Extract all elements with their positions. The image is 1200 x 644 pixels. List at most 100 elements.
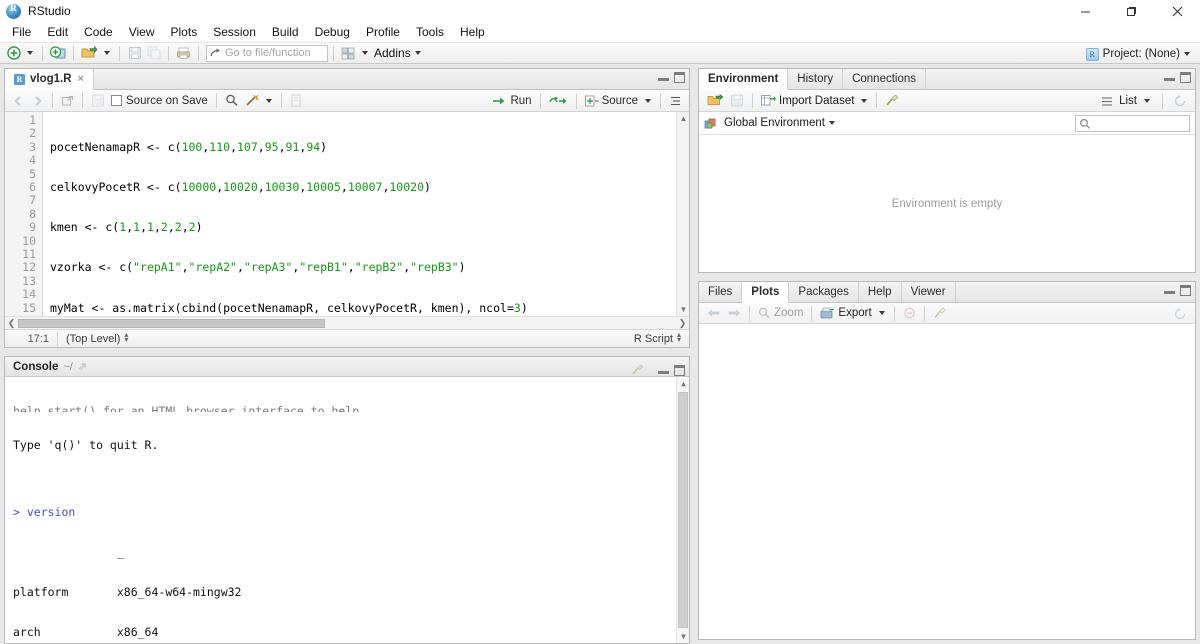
search-icon[interactable] <box>222 91 242 111</box>
print-icon[interactable] <box>174 44 193 63</box>
addins-dropdown-caret[interactable] <box>414 51 421 55</box>
new-file-dropdown-caret[interactable] <box>27 51 33 55</box>
menu-item-file[interactable]: File <box>4 22 39 42</box>
export-dropdown-caret[interactable] <box>878 311 885 315</box>
minimize-pane-icon[interactable] <box>1164 72 1175 83</box>
open-file-dropdown-caret[interactable] <box>104 51 110 55</box>
maximize-pane-icon[interactable] <box>674 364 685 376</box>
panes-dropdown-caret[interactable] <box>362 51 368 55</box>
code-text-area[interactable]: pocetNenamapR <- c(100,110,107,95,91,94)… <box>43 112 689 316</box>
show-in-new-window-icon[interactable] <box>58 91 77 111</box>
tab-connections[interactable]: Connections <box>843 69 927 89</box>
console-scroll-thumb[interactable] <box>678 392 688 628</box>
save-icon[interactable] <box>125 44 144 63</box>
menu-item-tools[interactable]: Tools <box>408 22 452 42</box>
tab-help[interactable]: Help <box>859 282 902 302</box>
view-mode-label[interactable]: List <box>1119 95 1137 107</box>
open-file-icon[interactable] <box>79 44 100 63</box>
minimize-pane-icon[interactable] <box>658 365 669 376</box>
menu-item-profile[interactable]: Profile <box>358 22 408 42</box>
menu-item-plots[interactable]: Plots <box>163 22 206 42</box>
magic-wand-icon[interactable] <box>242 91 262 111</box>
source-dropdown-caret[interactable] <box>645 99 651 103</box>
tab-viewer[interactable]: Viewer <box>902 282 956 302</box>
global-environment-label[interactable]: Global Environment <box>724 117 825 129</box>
menu-item-debug[interactable]: Debug <box>307 22 358 42</box>
tab-environment[interactable]: Environment <box>699 69 789 90</box>
file-type-selector[interactable]: R Script <box>634 330 683 345</box>
panes-icon[interactable] <box>339 44 358 63</box>
refresh-icon[interactable] <box>1171 91 1190 111</box>
tab-history[interactable]: History <box>788 69 844 89</box>
scroll-up-arrow-icon[interactable]: ▲ <box>677 377 689 390</box>
compile-report-icon[interactable] <box>287 91 305 111</box>
new-project-icon[interactable] <box>48 44 68 63</box>
scroll-left-arrow-icon[interactable]: ❮ <box>5 318 18 329</box>
code-tools-dropdown-caret[interactable] <box>265 98 272 103</box>
save-all-icon[interactable] <box>144 44 163 63</box>
import-dataset-button[interactable]: Import Dataset <box>758 91 857 111</box>
save-icon[interactable] <box>88 91 108 111</box>
scroll-down-arrow-icon[interactable]: ▼ <box>677 303 689 316</box>
new-file-icon[interactable] <box>4 44 23 63</box>
tab-packages[interactable]: Packages <box>789 282 859 302</box>
remove-plot-icon[interactable] <box>900 303 919 323</box>
editor-horizontal-scrollbar[interactable]: ❮ ❯ <box>5 316 689 329</box>
goto-file-function-input[interactable]: Go to file/function <box>206 44 328 62</box>
file-type-updown-icon[interactable] <box>677 330 683 344</box>
minimize-pane-icon[interactable] <box>1164 285 1175 296</box>
scroll-up-arrow-icon[interactable]: ▲ <box>677 112 689 125</box>
menu-item-edit[interactable]: Edit <box>39 22 76 42</box>
back-arrow-icon[interactable] <box>9 91 28 111</box>
rerun-icon[interactable] <box>546 91 571 111</box>
scope-selector[interactable]: (Top Level) <box>58 330 130 345</box>
scroll-right-arrow-icon[interactable]: ❯ <box>676 318 689 329</box>
tab-plots[interactable]: Plots <box>742 282 790 303</box>
source-editor-body[interactable]: 1 2 3 4 5 6 7 8 9 10 11 12 13 14 15 16 1 <box>5 112 689 316</box>
source-on-save-checkbox[interactable]: Source on Save <box>108 91 211 111</box>
console-open-dir-icon[interactable]: ⇗ <box>78 360 87 373</box>
console-vertical-scrollbar[interactable]: ▲ ▼ <box>676 377 689 643</box>
maximize-pane-icon[interactable] <box>1180 285 1191 296</box>
maximize-pane-icon[interactable] <box>1180 72 1191 83</box>
menu-item-code[interactable]: Code <box>76 22 121 42</box>
minimize-icon[interactable] <box>1062 0 1108 22</box>
editor-vertical-scrollbar[interactable]: ▲ ▼ <box>676 112 689 316</box>
source-tab-vlog1[interactable]: vlog1.R × <box>5 69 94 90</box>
export-button[interactable]: Export <box>817 303 874 323</box>
run-button[interactable]: Run <box>489 91 534 111</box>
tab-files[interactable]: Files <box>699 282 743 302</box>
hscroll-thumb[interactable] <box>18 318 325 328</box>
console-working-dir[interactable]: ~/ <box>63 361 72 373</box>
project-dropdown-caret[interactable] <box>1184 52 1190 56</box>
open-folder-icon[interactable] <box>704 91 727 111</box>
hscroll-track[interactable] <box>18 317 676 329</box>
menu-item-session[interactable]: Session <box>205 22 264 42</box>
plots-display-area[interactable] <box>699 324 1195 639</box>
view-mode-icon[interactable] <box>1098 91 1116 111</box>
document-outline-icon[interactable] <box>666 91 685 111</box>
back-arrow-icon[interactable] <box>704 303 724 323</box>
view-mode-caret[interactable] <box>1144 99 1150 103</box>
import-dataset-caret[interactable] <box>861 98 868 103</box>
close-tab-icon[interactable]: × <box>78 73 84 85</box>
environment-search-input[interactable] <box>1075 115 1190 132</box>
maximize-icon[interactable] <box>1108 0 1154 22</box>
zoom-plot-button[interactable]: Zoom <box>755 303 806 323</box>
scroll-down-arrow-icon[interactable]: ▼ <box>677 630 689 643</box>
console-output[interactable]: help.start() for an HTML browser interfa… <box>5 377 689 643</box>
close-icon[interactable] <box>1154 0 1200 22</box>
forward-arrow-icon[interactable] <box>724 303 744 323</box>
project-indicator[interactable]: Project: (None) <box>1085 43 1194 65</box>
menu-item-help[interactable]: Help <box>452 22 493 42</box>
broom-icon[interactable] <box>930 303 950 323</box>
broom-icon[interactable] <box>882 91 902 111</box>
save-icon[interactable] <box>727 91 747 111</box>
addins-button[interactable]: Addins <box>374 46 411 60</box>
refresh-icon[interactable] <box>1171 304 1190 324</box>
global-environment-caret[interactable] <box>829 121 835 125</box>
minimize-pane-icon[interactable] <box>658 72 669 83</box>
menu-item-build[interactable]: Build <box>264 22 307 42</box>
menu-item-view[interactable]: View <box>121 22 163 42</box>
maximize-pane-icon[interactable] <box>674 72 685 83</box>
